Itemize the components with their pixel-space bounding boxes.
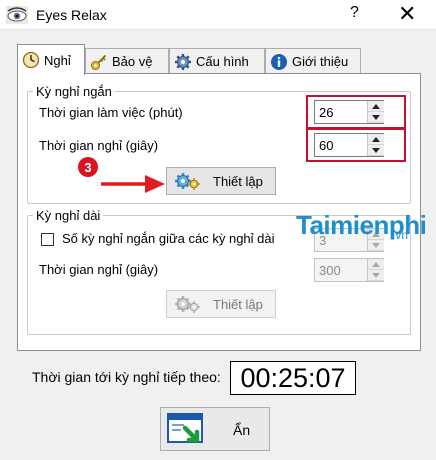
red-arrow-icon [101,175,165,193]
hide-button[interactable]: Ẩn [160,407,270,451]
clock-icon [22,51,40,69]
long-rest-time-value[interactable]: 300 [319,263,341,278]
tab-about[interactable]: Giới thiệu [265,48,361,74]
help-button[interactable]: ? [350,4,359,22]
long-break-count-label: Số kỳ nghỉ ngắn giữa các kỳ nghỉ dài [62,231,275,246]
step-marker: 3 [78,157,98,177]
short-break-setup-label: Thiết lập [213,173,263,189]
short-break-legend: Kỳ nghỉ ngắn [33,84,115,99]
long-rest-time-label: Thời gian nghỉ (giây) [39,262,159,277]
long-break-count-checkbox[interactable] [41,233,54,246]
tab-settings-label: Cấu hình [196,54,249,69]
short-break-setup-button[interactable]: Thiết lập [166,167,276,195]
tab-break-label: Nghỉ [44,52,71,68]
long-break-setup-button[interactable]: Thiết lập [166,290,276,318]
window-title: Eyes Relax [36,7,107,23]
long-rest-down-button[interactable] [368,270,384,281]
countdown-display: 00:25:07 [230,361,356,395]
tab-about-label: Giới thiệu [292,54,349,69]
close-button[interactable]: ✕ [398,1,416,27]
key-icon [91,54,107,70]
long-rest-time-stepper[interactable]: 300 [314,258,384,282]
gears-icon [175,173,200,190]
long-break-legend: Kỳ nghỉ dài [33,208,104,223]
watermark-suffix: .vn [392,228,409,242]
tab-settings[interactable]: Cấu hình [169,48,265,74]
info-icon [271,53,287,70]
minimize-window-icon [167,413,203,443]
tab-protect-label: Bảo vệ [112,54,153,69]
long-break-setup-label: Thiết lập [213,296,263,312]
highlight-box [306,95,406,129]
work-time-label: Thời gian làm việc (phút) [39,105,183,120]
gears-icon [175,296,200,313]
title-bar: Eyes Relax ? ✕ [0,0,436,30]
eye-icon [6,6,28,24]
hide-button-label: Ẩn [233,422,251,438]
arrow-down-icon [372,242,380,248]
next-break-label: Thời gian tới kỳ nghỉ tiếp theo: [32,369,221,385]
short-rest-time-label: Thời gian nghỉ (giây) [39,138,159,153]
long-rest-up-button[interactable] [368,259,384,270]
gear-icon [175,53,191,70]
long-count-down-button[interactable] [368,240,384,251]
arrow-up-icon [372,261,380,267]
highlight-box [306,128,406,162]
tab-break[interactable]: Nghỉ [17,44,85,75]
tab-protect[interactable]: Bảo vệ [85,48,169,74]
arrow-down-icon [372,272,380,278]
